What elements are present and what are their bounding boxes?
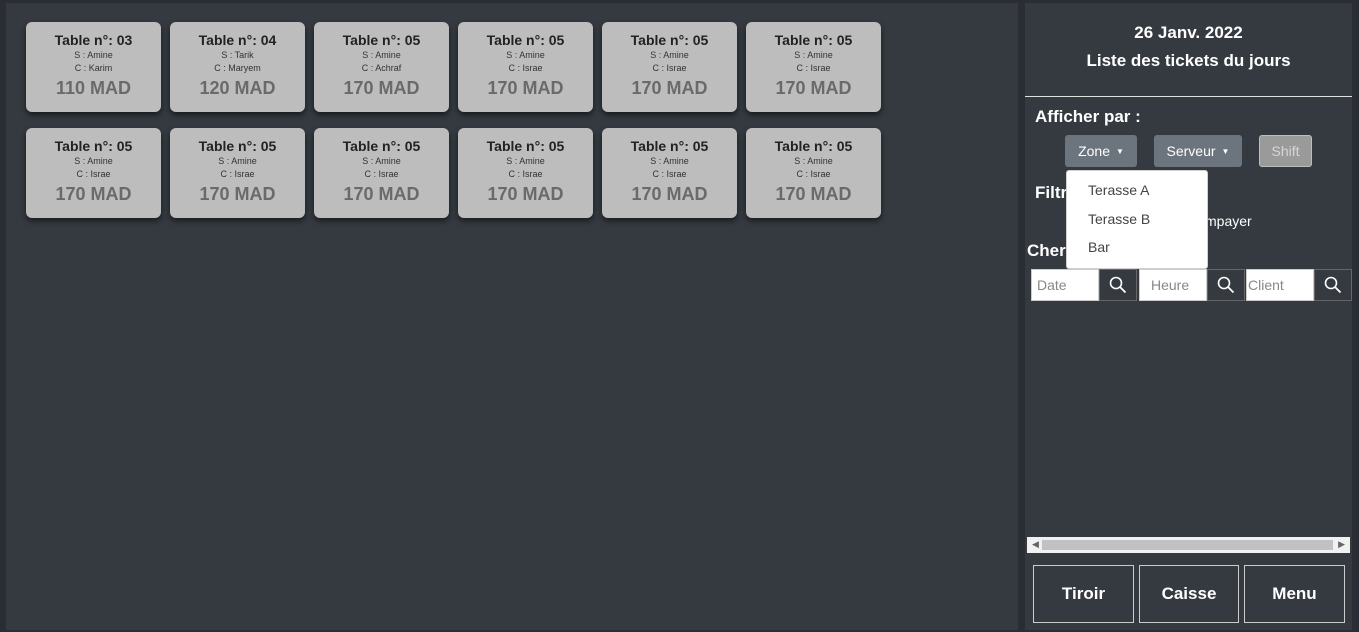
ticket-client: C : Israe bbox=[796, 63, 831, 73]
ticket-amount: 170 MAD bbox=[631, 78, 708, 98]
zone-button-label: Zone bbox=[1078, 143, 1110, 159]
ticket-card[interactable]: Table n°: 05 S : Amine C : Israe 170 MAD bbox=[170, 128, 305, 218]
shift-button[interactable]: Shift bbox=[1259, 135, 1312, 167]
ticket-client: C : Israe bbox=[796, 169, 831, 179]
list-title: Liste des tickets du jours bbox=[1086, 51, 1291, 70]
ticket-amount: 170 MAD bbox=[487, 78, 564, 98]
ticket-table-number: Table n°: 03 bbox=[54, 32, 133, 48]
ticket-server: S : Amine bbox=[506, 50, 545, 60]
ticket-client: C : Israe bbox=[220, 169, 255, 179]
ticket-client: C : Israe bbox=[508, 169, 543, 179]
search-icon bbox=[1109, 276, 1127, 294]
scroll-right-icon[interactable]: ▶ bbox=[1338, 539, 1345, 550]
ticket-server: S : Amine bbox=[506, 156, 545, 166]
ticket-server: S : Amine bbox=[794, 50, 833, 60]
date-search-input[interactable]: Date bbox=[1031, 269, 1099, 301]
ticket-amount: 170 MAD bbox=[55, 184, 132, 204]
ticket-amount: 170 MAD bbox=[343, 184, 420, 204]
ticket-table-number: Table n°: 05 bbox=[342, 138, 421, 154]
client-search-button[interactable] bbox=[1314, 269, 1352, 301]
ticket-client: C : Maryem bbox=[214, 63, 261, 73]
ticket-server: S : Amine bbox=[218, 156, 257, 166]
ticket-table-number: Table n°: 04 bbox=[198, 32, 277, 48]
ticket-card[interactable]: Table n°: 05 S : Amine C : Israe 170 MAD bbox=[26, 128, 161, 218]
ticket-card[interactable]: Table n°: 05 S : Amine C : Israe 170 MAD bbox=[602, 22, 737, 112]
ticket-amount: 170 MAD bbox=[775, 184, 852, 204]
ticket-client: C : Israe bbox=[364, 169, 399, 179]
horizontal-scrollbar[interactable]: ◀ ▶ bbox=[1027, 537, 1350, 553]
sidebar: 26 Janv. 2022 Liste des tickets du jours… bbox=[1025, 3, 1352, 630]
ticket-card[interactable]: Table n°: 05 S : Amine C : Israe 170 MAD bbox=[602, 128, 737, 218]
ticket-amount: 170 MAD bbox=[487, 184, 564, 204]
ticket-server: S : Amine bbox=[362, 50, 401, 60]
caisse-button[interactable]: Caisse bbox=[1139, 565, 1239, 623]
ticket-table-number: Table n°: 05 bbox=[54, 138, 133, 154]
afficher-par-label: Afficher par : bbox=[1035, 107, 1141, 126]
ticket-client: C : Israe bbox=[652, 63, 687, 73]
date-search-button[interactable] bbox=[1099, 269, 1137, 301]
ticket-server: S : Amine bbox=[362, 156, 401, 166]
caret-down-icon: ▼ bbox=[1116, 147, 1124, 156]
filtrer-label: Filtr bbox=[1035, 183, 1068, 202]
ticket-server: S : Amine bbox=[650, 50, 689, 60]
ticket-amount: 110 MAD bbox=[55, 78, 132, 98]
ticket-card[interactable]: Table n°: 04 S : Tarik C : Maryem 120 MAD bbox=[170, 22, 305, 112]
zone-option-terasse-b[interactable]: Terasse B bbox=[1088, 211, 1150, 227]
client-search-input[interactable]: Client bbox=[1246, 269, 1314, 301]
ticket-amount: 120 MAD bbox=[199, 78, 276, 98]
tickets-grid: Table n°: 03 S : Amine C : Karim 110 MAD Tab… bbox=[26, 22, 881, 218]
serveur-dropdown-button[interactable]: Serveur ▼ bbox=[1154, 135, 1242, 167]
chercher-label: Cher bbox=[1027, 241, 1066, 260]
ticket-table-number: Table n°: 05 bbox=[342, 32, 421, 48]
ticket-card[interactable]: Table n°: 05 S : Amine C : Achraf 170 MAD bbox=[314, 22, 449, 112]
ticket-table-number: Table n°: 05 bbox=[630, 138, 709, 154]
zone-dropdown-menu: Terasse A Terasse B Bar bbox=[1066, 170, 1208, 269]
ticket-table-number: Table n°: 05 bbox=[774, 32, 853, 48]
ticket-table-number: Table n°: 05 bbox=[486, 32, 565, 48]
ticket-table-number: Table n°: 05 bbox=[630, 32, 709, 48]
tickets-panel: Table n°: 03 S : Amine C : Karim 110 MAD Tab… bbox=[6, 3, 1018, 630]
zone-dropdown-button[interactable]: Zone ▼ bbox=[1065, 135, 1137, 167]
ticket-card[interactable]: Table n°: 05 S : Amine C : Israe 170 MAD bbox=[458, 22, 593, 112]
ticket-table-number: Table n°: 05 bbox=[486, 138, 565, 154]
ticket-card[interactable]: Table n°: 05 S : Amine C : Israe 170 MAD bbox=[746, 22, 881, 112]
scrollbar-thumb[interactable] bbox=[1042, 540, 1333, 550]
scroll-left-icon[interactable]: ◀ bbox=[1032, 539, 1039, 550]
ticket-card[interactable]: Table n°: 03 S : Amine C : Karim 110 MAD bbox=[26, 22, 161, 112]
ticket-server: S : Amine bbox=[650, 156, 689, 166]
ticket-table-number: Table n°: 05 bbox=[774, 138, 853, 154]
heure-search-button[interactable] bbox=[1207, 269, 1245, 301]
ticket-server: S : Amine bbox=[74, 156, 113, 166]
caret-down-icon: ▼ bbox=[1221, 147, 1230, 156]
current-date: 26 Janv. 2022 bbox=[1134, 23, 1243, 42]
menu-button[interactable]: Menu bbox=[1244, 565, 1345, 623]
tiroir-button[interactable]: Tiroir bbox=[1033, 565, 1134, 623]
serveur-button-label: Serveur bbox=[1166, 143, 1216, 159]
search-icon bbox=[1324, 276, 1342, 294]
ticket-amount: 170 MAD bbox=[199, 184, 276, 204]
ticket-client: C : Achraf bbox=[361, 63, 402, 73]
ticket-server: S : Amine bbox=[794, 156, 833, 166]
ticket-client: C : Israe bbox=[508, 63, 543, 73]
zone-option-bar[interactable]: Bar bbox=[1088, 239, 1110, 255]
ticket-client: C : Karim bbox=[74, 63, 113, 73]
search-icon bbox=[1217, 276, 1235, 294]
ticket-amount: 170 MAD bbox=[343, 78, 420, 98]
ticket-server: S : Amine bbox=[74, 50, 113, 60]
divider bbox=[1025, 96, 1352, 97]
impayer-filter-label[interactable]: mpayer bbox=[1205, 213, 1252, 229]
ticket-client: C : Israe bbox=[652, 169, 687, 179]
ticket-card[interactable]: Table n°: 05 S : Amine C : Israe 170 MAD bbox=[314, 128, 449, 218]
ticket-amount: 170 MAD bbox=[775, 78, 852, 98]
ticket-card[interactable]: Table n°: 05 S : Amine C : Israe 170 MAD bbox=[458, 128, 593, 218]
ticket-server: S : Tarik bbox=[221, 50, 254, 60]
ticket-client: C : Israe bbox=[76, 169, 111, 179]
heure-search-input[interactable]: Heure bbox=[1139, 269, 1207, 301]
zone-option-terasse-a[interactable]: Terasse A bbox=[1088, 182, 1149, 198]
ticket-table-number: Table n°: 05 bbox=[198, 138, 277, 154]
ticket-card[interactable]: Table n°: 05 S : Amine C : Israe 170 MAD bbox=[746, 128, 881, 218]
ticket-amount: 170 MAD bbox=[631, 184, 708, 204]
